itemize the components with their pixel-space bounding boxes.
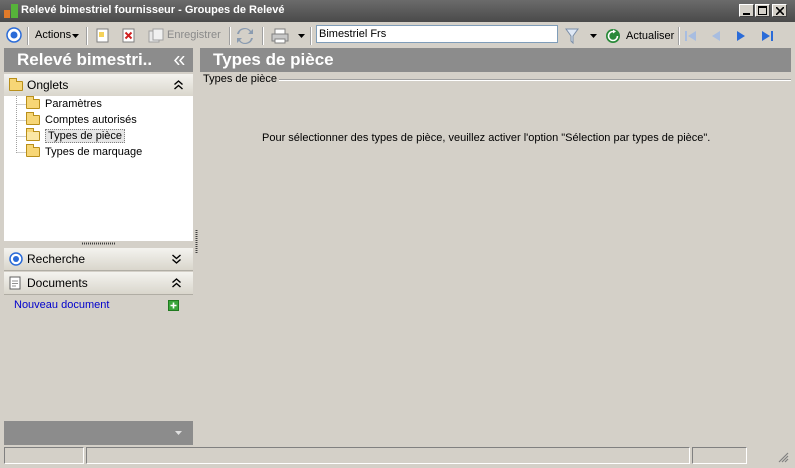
footer-dropdown-icon[interactable] xyxy=(175,431,183,436)
left-panel-title: Relevé bimestri.. xyxy=(17,50,153,69)
panel-splitter[interactable] xyxy=(4,241,193,247)
minimize-button[interactable] xyxy=(739,4,754,17)
next-record-icon[interactable] xyxy=(733,28,749,44)
group-box-line xyxy=(279,79,791,81)
left-panel-header: Relevé bimestri.. xyxy=(4,48,193,72)
folder-icon xyxy=(9,78,23,91)
documents-section-label: Documents xyxy=(27,276,88,290)
chevron-down-double-icon[interactable] xyxy=(172,254,181,264)
chevron-down-icon xyxy=(72,34,79,38)
folder-icon xyxy=(26,96,40,109)
tree-item-types-de-marquage[interactable]: Types de marquage xyxy=(26,144,142,160)
chevron-up-icon[interactable] xyxy=(174,80,183,90)
new-document-link[interactable]: Nouveau document xyxy=(14,299,109,311)
documents-icon xyxy=(9,276,21,290)
group-box-label: Types de pièce xyxy=(203,73,277,85)
resize-grip-icon[interactable] xyxy=(778,452,789,463)
folder-icon xyxy=(26,144,40,157)
tabs-section-label: Onglets xyxy=(27,78,69,92)
grip-icon xyxy=(82,242,116,245)
app-icon xyxy=(4,4,18,18)
filter-icon[interactable] xyxy=(565,28,579,44)
toolbar-separator xyxy=(229,27,231,45)
last-record-icon[interactable] xyxy=(759,28,775,44)
left-panel-footer xyxy=(4,421,193,445)
refresh-icon[interactable] xyxy=(605,28,621,44)
window-title: Relevé bimestriel fournisseur - Groupes … xyxy=(21,4,285,16)
refresh-button[interactable]: Actualiser xyxy=(626,30,674,42)
tree-item-label: Comptes autorisés xyxy=(45,114,137,126)
tabs-tree: Paramètres Comptes autorisés Types de pi… xyxy=(4,96,193,241)
info-message: Pour sélectionner des types de pièce, ve… xyxy=(262,132,711,144)
title-bar: Relevé bimestriel fournisseur - Groupes … xyxy=(0,0,795,22)
collapse-left-icon[interactable] xyxy=(174,56,186,65)
search-section-header[interactable]: Recherche xyxy=(4,248,193,271)
first-record-icon[interactable] xyxy=(683,28,699,44)
toolbar-separator xyxy=(86,27,88,45)
main-title: Types de pièce xyxy=(213,50,334,69)
toolbar-separator xyxy=(262,27,264,45)
maximize-icon xyxy=(758,6,767,15)
folder-icon xyxy=(26,112,40,125)
toolbar-separator xyxy=(27,27,29,45)
main-header: Types de pièce xyxy=(200,48,791,72)
search-input[interactable] xyxy=(316,25,558,43)
print-dropdown-icon[interactable] xyxy=(298,34,306,39)
chevron-up-icon[interactable] xyxy=(172,278,181,288)
save-button[interactable]: Enregistrer xyxy=(167,29,221,41)
close-icon xyxy=(775,6,784,15)
navigation-circle-icon[interactable] xyxy=(6,27,22,43)
documents-panel: Nouveau document xyxy=(4,295,193,421)
search-section-icon xyxy=(9,252,23,266)
actions-menu[interactable]: Actions xyxy=(35,29,71,41)
tree-item-parametres[interactable]: Paramètres xyxy=(26,96,102,112)
add-icon[interactable] xyxy=(168,300,179,311)
toolbar-separator xyxy=(678,27,680,45)
tree-item-label: Types de marquage xyxy=(45,146,143,158)
tabs-section-header[interactable]: Onglets xyxy=(4,74,193,97)
delete-icon[interactable] xyxy=(122,28,136,43)
status-bar xyxy=(4,447,791,465)
search-section-label: Recherche xyxy=(27,252,86,266)
open-folder-icon xyxy=(26,128,40,141)
filter-dropdown-icon[interactable] xyxy=(590,34,598,39)
previous-record-icon[interactable] xyxy=(708,28,724,44)
save-icon xyxy=(148,28,164,43)
printer-icon[interactable] xyxy=(271,28,289,44)
maximize-button[interactable] xyxy=(755,4,770,17)
tree-item-comptes-autorises[interactable]: Comptes autorisés xyxy=(26,112,137,128)
tree-item-types-de-piece[interactable]: Types de pièce xyxy=(26,128,125,144)
sync-icon[interactable] xyxy=(236,27,254,45)
status-cell xyxy=(692,447,747,464)
tree-item-label: Types de pièce xyxy=(45,129,125,143)
status-cell xyxy=(4,447,84,464)
minimize-icon xyxy=(742,12,750,15)
toolbar-separator xyxy=(310,27,312,45)
documents-section-header[interactable]: Documents xyxy=(4,272,193,295)
tree-item-label: Paramètres xyxy=(45,98,102,110)
new-document-icon[interactable] xyxy=(96,28,110,43)
close-button[interactable] xyxy=(772,4,787,17)
status-cell xyxy=(86,447,690,464)
vertical-splitter-grip[interactable] xyxy=(195,230,198,254)
